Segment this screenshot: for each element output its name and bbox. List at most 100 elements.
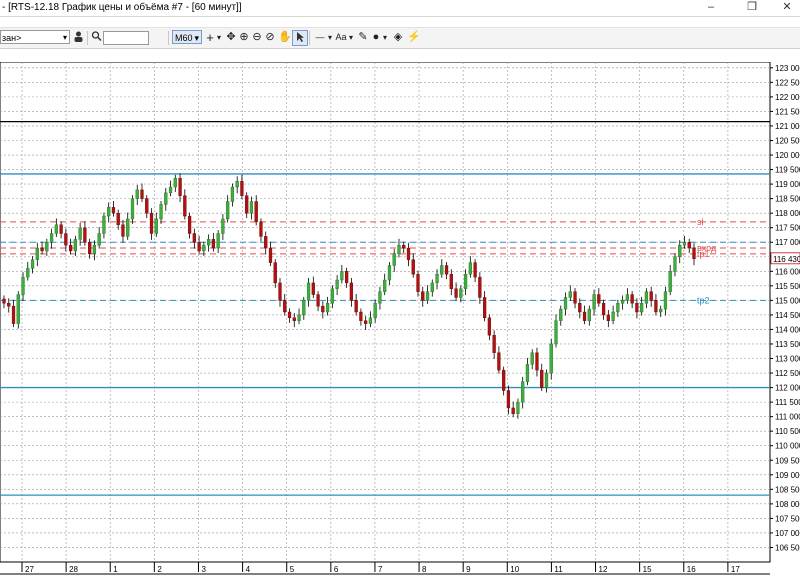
candle-up xyxy=(159,204,163,220)
candle-down xyxy=(273,262,277,284)
candle-down xyxy=(630,294,634,304)
y-tick-label: 117 000 xyxy=(775,238,800,247)
candle-up xyxy=(45,242,49,252)
zoom-out-icon[interactable]: ⊖ xyxy=(251,30,263,45)
chevron-down-icon[interactable]: ▾ xyxy=(347,30,355,45)
restore-button[interactable]: ❐ xyxy=(735,0,769,16)
candle-up xyxy=(126,218,130,237)
candle-down xyxy=(692,247,696,260)
candle-down xyxy=(7,303,11,307)
zoom-reset-icon[interactable]: ⊘ xyxy=(264,30,276,45)
y-tick-label: 115 000 xyxy=(775,296,800,305)
toolbar-separator xyxy=(168,31,169,45)
x-tick-label: 11 xyxy=(554,565,563,574)
candle-up xyxy=(168,186,173,194)
candle-up xyxy=(368,317,373,324)
candle-up xyxy=(330,288,334,304)
candle-down xyxy=(121,224,125,237)
candle-up xyxy=(226,201,230,220)
candle-down xyxy=(240,180,244,196)
candle-down xyxy=(145,198,149,214)
candle-up xyxy=(54,224,58,234)
y-tick-label: 108 500 xyxy=(775,485,800,494)
y-tick-label: 116 000 xyxy=(775,267,800,276)
candle-down xyxy=(364,320,368,324)
select-tool-icon[interactable] xyxy=(292,30,308,46)
candle-down xyxy=(478,276,482,298)
window-title: - [RTS-12.18 График цены и объёма #7 - [… xyxy=(2,2,242,13)
x-tick-label: 15 xyxy=(643,565,652,574)
text-icon[interactable]: Aa xyxy=(334,30,348,45)
toolbar-separator xyxy=(309,31,310,45)
chevron-down-icon[interactable]: ▾ xyxy=(215,30,223,45)
candle-up xyxy=(625,294,630,301)
candle-down xyxy=(321,305,325,313)
candle-down xyxy=(68,244,73,252)
level-label: tp2 xyxy=(697,295,710,305)
candle-down xyxy=(83,227,87,243)
candle-down xyxy=(264,236,268,249)
candle-down xyxy=(654,300,658,313)
x-tick-label: 17 xyxy=(731,565,740,574)
search-input[interactable] xyxy=(103,31,149,45)
marker-icon[interactable]: ✎ xyxy=(357,30,369,45)
candle-up xyxy=(26,268,30,278)
hand-icon[interactable]: ✋ xyxy=(278,30,292,45)
candle-up xyxy=(430,282,434,292)
minimize-button[interactable]: – xyxy=(694,0,728,16)
period-select[interactable]: M60 ▾ xyxy=(172,30,202,44)
candle-up xyxy=(425,291,430,301)
candle-down xyxy=(535,352,539,371)
pan-icon[interactable]: ✥ xyxy=(225,30,237,45)
candle-up xyxy=(130,198,135,220)
close-button[interactable]: ✕ xyxy=(770,0,800,16)
search-icon[interactable] xyxy=(90,30,102,45)
candle-up xyxy=(525,364,530,382)
x-tick-label: 4 xyxy=(246,565,251,574)
chevron-down-icon[interactable]: ▾ xyxy=(381,30,389,45)
y-tick-label: 115 500 xyxy=(775,282,800,291)
chevron-down-icon[interactable]: ▾ xyxy=(63,31,67,45)
chart-toolbar: зан> ▾ M60 ▾ + ▾ ✥ ⊕ ⊖ ⊘ ✋ — ▾ Aa ▾ ✎ ● … xyxy=(0,27,800,49)
candle-up xyxy=(216,233,220,249)
y-tick-label: 112 000 xyxy=(775,384,800,393)
candle-up xyxy=(21,276,25,295)
title-bar: - [RTS-12.18 График цены и объёма #7 - [… xyxy=(0,0,800,17)
candle-down xyxy=(482,297,487,319)
layers-icon[interactable]: ◈ xyxy=(392,30,404,45)
candle-up xyxy=(249,201,254,214)
candle-down xyxy=(316,294,320,307)
candle-up xyxy=(592,294,596,310)
candle-up xyxy=(325,303,330,313)
candle-down xyxy=(573,291,577,304)
candle-up xyxy=(554,320,558,345)
candle-down xyxy=(511,407,515,414)
chevron-down-icon[interactable]: ▾ xyxy=(326,30,334,45)
candle-up xyxy=(682,242,687,246)
y-tick-label: 121 000 xyxy=(775,122,800,131)
candle-down xyxy=(59,224,63,234)
candle-down xyxy=(497,352,501,371)
line-style-icon[interactable]: — xyxy=(313,30,327,45)
y-tick-label: 106 500 xyxy=(775,543,800,552)
candle-down xyxy=(292,317,296,321)
y-tick-label: 120 500 xyxy=(775,136,800,145)
candle-down xyxy=(411,259,415,275)
candle-up xyxy=(35,247,39,260)
zoom-in-icon[interactable]: ⊕ xyxy=(238,30,250,45)
instrument-combo[interactable]: зан> ▾ xyxy=(0,30,70,44)
price-chart[interactable]: slвходtp1tp2 123 000122 500122 000121 50… xyxy=(0,62,800,578)
candle-down xyxy=(687,242,691,249)
candle-up xyxy=(97,233,101,246)
y-tick-label: 118 500 xyxy=(775,195,800,204)
candle-up xyxy=(559,308,563,321)
candle-down xyxy=(635,303,639,313)
x-tick-label: 16 xyxy=(687,565,696,574)
candle-down xyxy=(183,195,187,217)
indicator-icon[interactable]: ⚡ xyxy=(407,30,421,45)
person-icon[interactable] xyxy=(72,30,84,45)
candle-down xyxy=(473,262,477,278)
y-tick-label: 119 000 xyxy=(775,180,800,189)
current-price-label: 116 430 xyxy=(773,255,800,264)
level-labels: slвходtp1tp2 xyxy=(697,217,717,305)
